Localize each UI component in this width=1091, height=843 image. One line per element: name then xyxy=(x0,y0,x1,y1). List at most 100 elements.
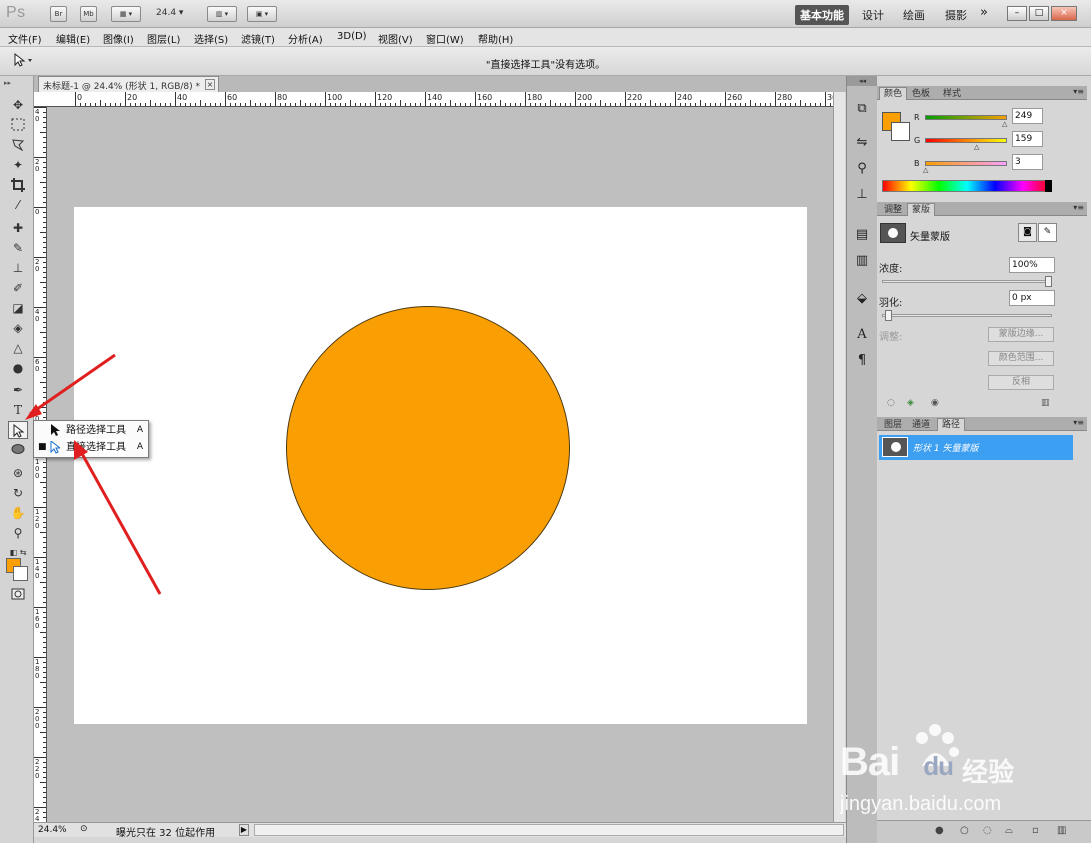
status-zoom[interactable]: 24.4% xyxy=(38,825,67,835)
r-slider-thumb-icon[interactable]: △ xyxy=(1002,121,1007,128)
zoom-tool-icon[interactable]: ⚲ xyxy=(8,524,28,542)
zoom-level-dropdown[interactable]: 24.4 ▾ xyxy=(156,8,183,18)
menu-window[interactable]: 窗口(W) xyxy=(426,31,464,46)
3d-panel-icon[interactable]: ⬙ xyxy=(853,290,871,308)
menu-image[interactable]: 图像(I) xyxy=(103,31,134,46)
notes-panel-icon[interactable]: ▥ xyxy=(853,252,871,270)
crop-tool-icon[interactable] xyxy=(8,176,28,194)
mask-edge-button[interactable]: 蒙版边缘... xyxy=(988,327,1054,342)
apply-mask-icon[interactable]: ◈ xyxy=(907,398,914,408)
make-work-path-icon[interactable]: ⌓ xyxy=(1005,825,1013,836)
brush-presets-panel-icon[interactable]: ⚲ xyxy=(853,160,871,178)
eyedropper-tool-icon[interactable]: ⁄ xyxy=(8,196,28,214)
paragraph-panel-icon[interactable]: ¶ xyxy=(853,352,871,370)
brush-tool-icon[interactable]: ✎ xyxy=(8,239,28,257)
ellipse-shape-tool-icon[interactable] xyxy=(8,441,28,459)
delete-path-icon[interactable]: ▥ xyxy=(1057,825,1066,836)
status-info-icon[interactable]: ⊙ xyxy=(80,824,88,834)
invert-button[interactable]: 反相 xyxy=(988,375,1054,390)
density-slider[interactable] xyxy=(882,276,1052,287)
workspace-photography[interactable]: 摄影 xyxy=(945,7,967,23)
eraser-tool-icon[interactable]: ◪ xyxy=(8,299,28,317)
black-white-ramp[interactable] xyxy=(1045,180,1052,192)
trash-icon[interactable]: ▥ xyxy=(1041,398,1050,408)
history-brush-tool-icon[interactable]: ✐ xyxy=(8,279,28,297)
close-document-icon[interactable]: × xyxy=(205,79,215,90)
flyout-direct-selection-tool[interactable]: ■ 直接选择工具 A xyxy=(34,439,148,456)
color-spectrum-bar[interactable] xyxy=(882,180,1052,192)
feather-slider-thumb[interactable] xyxy=(885,310,892,321)
pixel-mask-button[interactable]: ◙ xyxy=(1018,223,1037,242)
quick-mask-icon[interactable] xyxy=(8,586,28,604)
load-selection-icon[interactable]: ◌ xyxy=(887,398,895,408)
adjustments-panel-icon[interactable]: ⇋ xyxy=(853,134,871,152)
arrange-documents-dropdown[interactable]: ▥ ▾ xyxy=(207,6,237,22)
feather-field[interactable]: 0 px xyxy=(1009,290,1055,306)
menu-help[interactable]: 帮助(H) xyxy=(478,31,513,46)
load-as-selection-icon[interactable]: ◌ xyxy=(983,825,992,836)
b-value-field[interactable]: 3 xyxy=(1012,154,1043,170)
panel-menu-icon[interactable]: ▾≡ xyxy=(1073,87,1084,96)
bridge-button[interactable]: Br xyxy=(50,6,67,22)
quick-selection-tool-icon[interactable]: ✦ xyxy=(8,156,28,174)
dodge-tool-icon[interactable]: ● xyxy=(8,359,28,377)
r-slider-track[interactable] xyxy=(925,115,1007,120)
g-value-field[interactable]: 159 xyxy=(1012,131,1043,147)
menu-file[interactable]: 文件(F) xyxy=(8,31,42,46)
actions-panel-icon[interactable]: ▤ xyxy=(853,226,871,244)
pen-tool-icon[interactable]: ✒ xyxy=(8,381,28,399)
restore-button[interactable]: □ xyxy=(1029,6,1049,21)
minimize-button[interactable]: – xyxy=(1007,6,1027,21)
menu-layer[interactable]: 图层(L) xyxy=(147,31,180,46)
path-list-item[interactable]: 形状 1 矢量蒙版 xyxy=(879,435,1073,460)
flyout-path-selection-tool[interactable]: 路径选择工具 A xyxy=(34,422,148,439)
close-window-button[interactable]: × xyxy=(1051,6,1077,21)
screen-mode-dropdown[interactable]: ▣ ▾ xyxy=(247,6,277,22)
dock-collapse-icon[interactable]: ◂◂ xyxy=(847,76,878,86)
tab-masks[interactable]: 蒙版 xyxy=(907,203,936,216)
3d-orbit-tool-icon[interactable]: ↻ xyxy=(8,484,28,502)
tab-channels[interactable]: 通道 xyxy=(907,418,935,431)
menu-edit[interactable]: 编辑(E) xyxy=(56,31,90,46)
canvas-pasteboard[interactable] xyxy=(47,107,833,822)
g-slider-track[interactable] xyxy=(925,138,1007,143)
healing-brush-tool-icon[interactable]: ✚ xyxy=(8,219,28,237)
menu-select[interactable]: 选择(S) xyxy=(194,31,228,46)
density-field[interactable]: 100% xyxy=(1009,257,1055,273)
workspace-essentials[interactable]: 基本功能 xyxy=(795,5,849,25)
g-slider-thumb-icon[interactable]: △ xyxy=(974,144,979,151)
feather-slider[interactable] xyxy=(882,310,1052,321)
vector-mask-button[interactable]: ✎ xyxy=(1038,223,1057,242)
toolbar-collapse-icon[interactable]: ▸▸ xyxy=(4,79,11,87)
type-tool-icon[interactable]: T xyxy=(8,401,28,419)
orange-circle-shape[interactable] xyxy=(286,306,570,590)
tab-swatches[interactable]: 色板 xyxy=(907,87,935,100)
b-slider-thumb-icon[interactable]: △ xyxy=(923,167,928,174)
workspace-painting[interactable]: 绘画 xyxy=(903,7,925,23)
character-panel-icon[interactable]: A xyxy=(853,326,871,344)
fill-path-icon[interactable]: ● xyxy=(935,825,944,836)
more-workspaces-chevron-icon[interactable]: » xyxy=(980,5,988,20)
density-slider-thumb[interactable] xyxy=(1045,276,1052,287)
tab-styles[interactable]: 样式 xyxy=(938,87,966,100)
path-selection-tool-icon[interactable] xyxy=(8,421,28,439)
menu-analysis[interactable]: 分析(A) xyxy=(288,31,323,46)
menu-view[interactable]: 视图(V) xyxy=(378,31,413,46)
b-slider-track[interactable] xyxy=(925,161,1007,166)
menu-3d[interactable]: 3D(D) xyxy=(337,31,367,42)
visibility-eye-icon[interactable]: ◉ xyxy=(931,398,939,408)
tab-color[interactable]: 颜色 xyxy=(879,87,908,100)
marquee-tool-icon[interactable] xyxy=(8,116,28,134)
tab-layers[interactable]: 图层 xyxy=(879,418,907,431)
vertical-scrollbar[interactable] xyxy=(833,92,845,822)
new-path-icon[interactable]: ▫ xyxy=(1032,825,1039,836)
view-extras-dropdown[interactable]: ▦ ▾ xyxy=(111,6,141,22)
tab-adjustments[interactable]: 调整 xyxy=(879,203,907,216)
r-value-field[interactable]: 249 xyxy=(1012,108,1043,124)
workspace-design[interactable]: 设计 xyxy=(862,7,884,23)
lasso-tool-icon[interactable] xyxy=(8,136,28,154)
color-panel-background-swatch[interactable] xyxy=(891,122,910,141)
stroke-path-icon[interactable]: ○ xyxy=(960,825,969,836)
color-range-button[interactable]: 颜色范围... xyxy=(988,351,1054,366)
clone-source-panel-icon[interactable]: ⊥ xyxy=(853,186,871,204)
